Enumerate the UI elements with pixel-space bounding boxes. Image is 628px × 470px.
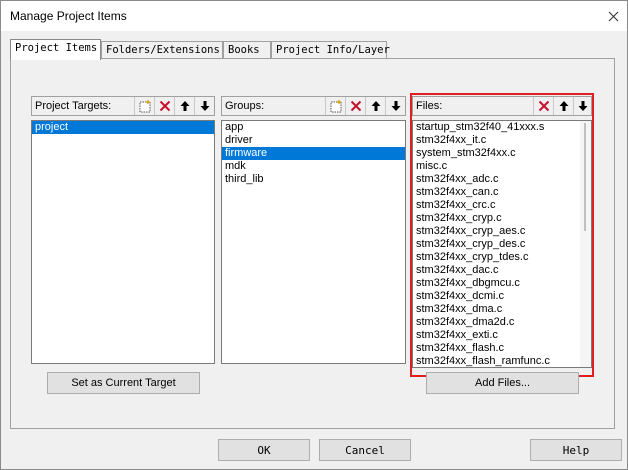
tab-project-items[interactable]: Project Items [10,39,101,60]
groups-header: Groups: [221,96,406,116]
list-item[interactable]: third_lib [222,173,405,186]
help-button[interactable]: Help [530,439,622,461]
list-item[interactable]: app [222,121,405,134]
targets-header: Project Targets: [31,96,215,116]
title-bar: Manage Project Items [1,1,627,31]
tab-folders-extensions[interactable]: Folders/Extensions [101,41,223,59]
targets-header-label: Project Targets: [35,100,112,112]
move-target-down-button[interactable] [194,97,214,115]
tab-project-info-layer[interactable]: Project Info/Layer [271,41,390,59]
groups-header-label: Groups: [225,100,265,112]
ok-button[interactable]: OK [218,439,310,461]
delete-group-button[interactable] [345,97,365,115]
new-group-button[interactable] [325,97,345,115]
move-target-up-button[interactable] [174,97,194,115]
window-title: Manage Project Items [10,9,127,23]
set-current-target-button[interactable]: Set as Current Target [47,372,200,394]
highlight-box [410,93,594,377]
cancel-button[interactable]: Cancel [319,439,411,461]
list-item[interactable]: firmware [222,147,405,160]
delete-icon [159,100,170,112]
arrow-down-icon [200,101,209,111]
add-files-button[interactable]: Add Files... [426,372,579,394]
delete-target-button[interactable] [154,97,174,115]
list-item[interactable]: mdk [222,160,405,173]
arrow-up-icon [371,101,380,111]
arrow-up-icon [180,101,189,111]
list-item[interactable]: driver [222,134,405,147]
move-group-up-button[interactable] [365,97,385,115]
arrow-down-icon [391,101,400,111]
tab-books[interactable]: Books [223,41,271,59]
close-icon [608,11,618,21]
groups-list[interactable]: app driver firmware mdk third_lib [221,120,406,364]
new-item-icon [330,100,341,113]
new-item-icon [139,100,150,113]
list-item[interactable]: project [32,121,214,134]
move-group-down-button[interactable] [385,97,405,115]
delete-icon [350,100,361,112]
targets-list[interactable]: project [31,120,215,364]
manage-project-items-dialog: Manage Project Items Project Items Folde… [0,0,628,470]
close-button[interactable] [599,1,627,31]
new-target-button[interactable] [134,97,154,115]
